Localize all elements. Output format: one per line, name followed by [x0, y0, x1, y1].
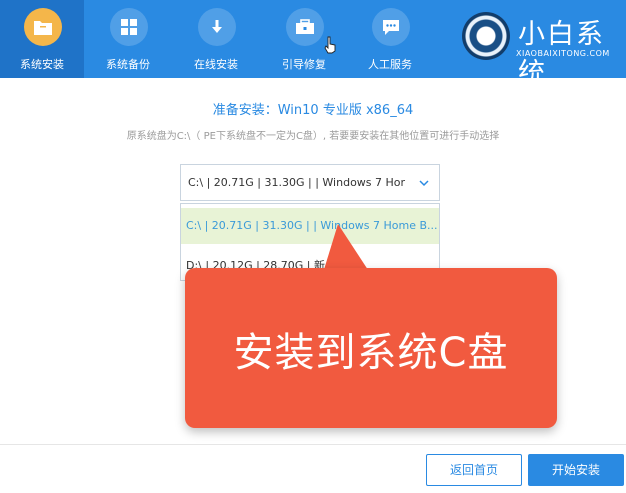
- windows-icon: [110, 8, 148, 46]
- install-subtitle: 原系统盘为C:\（ PE下系统盘不一定为C盘）, 若要要安装在其他位置可进行手动…: [126, 131, 500, 142]
- nav-item-manual-service[interactable]: 人工服务: [348, 0, 432, 78]
- start-install-button[interactable]: 开始安装: [528, 454, 624, 486]
- partition-select-value: C:\ | 20.71G | 31.30G | | Windows 7 Hor: [188, 176, 406, 189]
- callout-banner: 安装到系统C盘: [185, 268, 557, 428]
- top-nav-bar: 系统安装 系统备份 在线安装 引导修复 人工服务 小白系统 XIAOBAIXIT…: [0, 0, 626, 89]
- back-home-button[interactable]: 返回首页: [426, 454, 522, 486]
- nav-label: 引导修复: [282, 58, 326, 71]
- install-title: 准备安装：Win10 专业版 x86_64: [212, 103, 414, 118]
- nav-item-online-install[interactable]: 在线安装: [174, 0, 258, 78]
- partition-select[interactable]: C:\ | 20.71G | 31.30G | | Windows 7 Hor: [180, 164, 440, 201]
- nav-item-system-backup[interactable]: 系统备份: [86, 0, 170, 78]
- nav-label: 系统备份: [106, 58, 150, 71]
- chevron-down-icon: [419, 180, 429, 187]
- brand-subtitle: XIAOBAIXITONG.COM: [516, 49, 610, 58]
- hand-cursor-icon: [324, 36, 336, 54]
- download-icon: [198, 8, 236, 46]
- toolbox-icon: [286, 8, 324, 46]
- nav-label: 系统安装: [20, 58, 64, 71]
- callout-text: 安装到系统C盘: [233, 330, 509, 376]
- folder-icon: [24, 8, 62, 46]
- nav-item-system-install[interactable]: 系统安装: [0, 0, 84, 78]
- partition-option-c[interactable]: C:\ | 20.71G | 31.30G | | Windows 7 Home…: [181, 208, 439, 244]
- nav-label: 在线安装: [194, 58, 238, 71]
- logo-icon: [462, 12, 510, 60]
- brand-logo: 小白系统 XIAOBAIXITONG.COM: [456, 6, 626, 89]
- chat-icon: [372, 8, 410, 46]
- nav-label: 人工服务: [368, 58, 412, 71]
